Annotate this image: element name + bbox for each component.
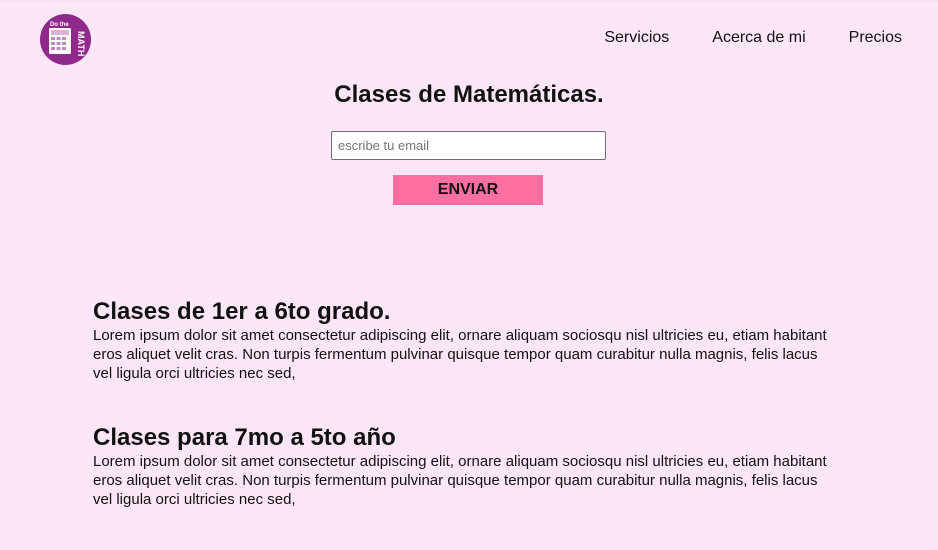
logo-text-line1: Do the (50, 22, 69, 28)
nav-item-servicios[interactable]: Servicios (604, 28, 669, 48)
page-title: Clases de Matemáticas. (334, 81, 604, 108)
nav-item-precios[interactable]: Precios (849, 28, 902, 48)
logo-text-line2: MATH (76, 31, 86, 56)
email-field[interactable] (331, 131, 606, 160)
nav-item-acerca-de-mi[interactable]: Acerca de mi (712, 28, 805, 48)
section-body: Lorem ipsum dolor sit amet consectetur a… (93, 327, 827, 382)
logo[interactable]: Do the MATH (40, 14, 91, 65)
section-body: Lorem ipsum dolor sit amet consectetur a… (93, 453, 827, 508)
main-nav: Servicios Acerca de mi Precios (604, 28, 902, 48)
section-title: Clases de 1er a 6to grado. (93, 298, 391, 325)
section-primary: Clases de 1er a 6to grado. Lorem ipsum d… (93, 298, 833, 383)
section-secondary: Clases para 7mo a 5to año Lorem ipsum do… (93, 424, 833, 509)
send-button[interactable]: ENVIAR (393, 175, 543, 205)
calculator-icon: Do the MATH (49, 22, 86, 56)
section-title: Clases para 7mo a 5to año (93, 424, 396, 451)
top-divider (0, 0, 938, 2)
